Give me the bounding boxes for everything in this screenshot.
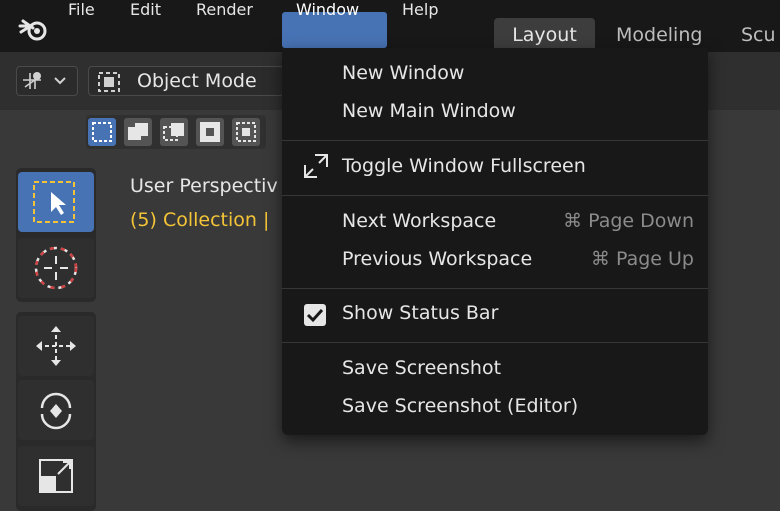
- collection-label: (5) Collection |: [130, 209, 270, 231]
- fullscreen-icon: [304, 154, 328, 178]
- menu-item-save-screenshot[interactable]: Save Screenshot: [342, 357, 501, 379]
- tab-layout[interactable]: Layout: [494, 18, 595, 52]
- menu-item-new-main-window[interactable]: New Main Window: [342, 100, 516, 122]
- menu-separator: [282, 140, 708, 141]
- select-new-icon: [92, 122, 112, 142]
- cursor-icon: [34, 246, 78, 290]
- select-new-button[interactable]: [88, 118, 116, 146]
- select-box-icon: [33, 181, 75, 223]
- cursor-tool[interactable]: [18, 238, 94, 298]
- tab-modeling-label: Modeling: [616, 24, 703, 46]
- select-box-tool[interactable]: [18, 172, 94, 232]
- tab-modeling[interactable]: Modeling: [616, 18, 702, 52]
- menu-window[interactable]: Window: [296, 0, 359, 19]
- menu-render[interactable]: Render: [196, 0, 253, 19]
- menu-file[interactable]: File: [68, 0, 95, 19]
- menu-edit[interactable]: Edit: [130, 0, 161, 19]
- object-mode-dropdown[interactable]: Object Mode: [88, 66, 284, 96]
- scale-tool[interactable]: [18, 446, 94, 506]
- select-intersect-button[interactable]: [232, 118, 260, 146]
- menu-item-next-workspace[interactable]: Next Workspace: [342, 210, 496, 232]
- select-invert-button[interactable]: [196, 118, 224, 146]
- rotate-tool[interactable]: [18, 380, 94, 440]
- window-menu-dropdown: New Window New Main Window Toggle Window…: [282, 48, 708, 435]
- tab-sculpting[interactable]: Scu: [741, 18, 776, 52]
- shortcut-previous-workspace: ⌘ Page Up: [590, 248, 694, 270]
- menu-item-toggle-fullscreen[interactable]: Toggle Window Fullscreen: [342, 155, 586, 177]
- menu-separator: [282, 288, 708, 289]
- pivot-icon: [23, 72, 66, 89]
- tab-layout-label: Layout: [512, 24, 577, 46]
- menu-item-new-window[interactable]: New Window: [342, 62, 464, 84]
- menu-item-save-screenshot-editor[interactable]: Save Screenshot (Editor): [342, 395, 578, 417]
- mode-label: Object Mode: [137, 70, 257, 92]
- menu-item-show-status-bar[interactable]: Show Status Bar: [342, 302, 498, 324]
- tab-sculpting-label: Scu: [741, 24, 776, 46]
- menu-item-previous-workspace[interactable]: Previous Workspace: [342, 248, 532, 270]
- checkmark-icon: [306, 308, 324, 323]
- transform-pivot-button[interactable]: [16, 66, 78, 96]
- select-invert-icon: [200, 122, 220, 142]
- select-extend-icon: [128, 123, 148, 140]
- menu-separator: [282, 195, 708, 196]
- blender-logo-icon[interactable]: [18, 18, 48, 42]
- select-subtract-button[interactable]: [160, 118, 188, 146]
- object-mode-icon: [98, 72, 120, 92]
- move-tool[interactable]: [18, 316, 94, 376]
- rotate-icon: [40, 392, 72, 430]
- scale-icon: [39, 459, 73, 493]
- select-intersect-icon: [236, 122, 256, 142]
- select-extend-button[interactable]: [124, 118, 152, 146]
- move-icon: [36, 326, 76, 366]
- menu-help[interactable]: Help: [402, 0, 438, 19]
- select-subtract-icon: [163, 123, 184, 141]
- menu-separator: [282, 342, 708, 343]
- shortcut-next-workspace: ⌘ Page Down: [563, 210, 694, 232]
- view-perspective-label: User Perspectiv: [130, 175, 278, 197]
- show-status-bar-checkbox[interactable]: [304, 304, 326, 326]
